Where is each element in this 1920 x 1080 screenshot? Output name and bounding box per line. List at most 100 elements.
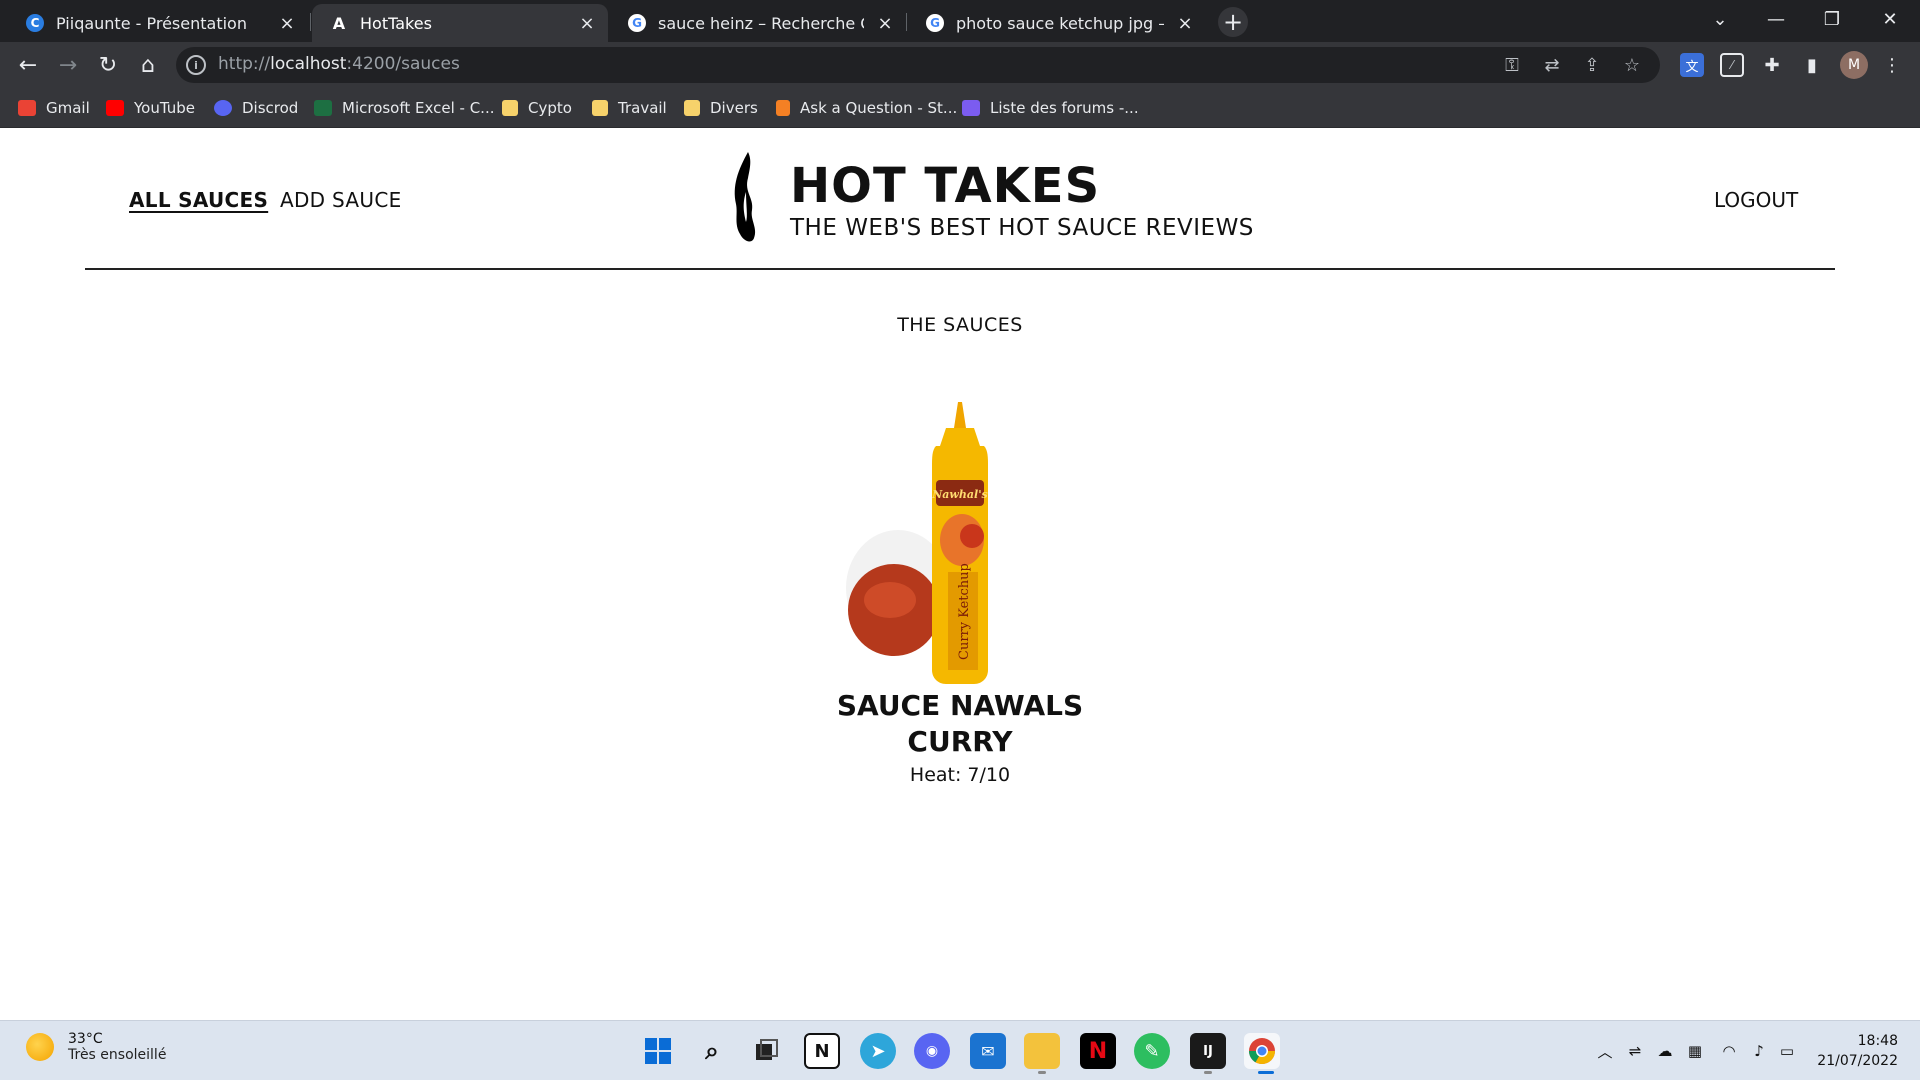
tab-piiquante[interactable]: C Piiqaunte - Présentation × <box>8 4 308 42</box>
bookmark-excel[interactable]: Microsoft Excel - C... <box>314 97 495 119</box>
onedrive-cloud-icon[interactable]: ☁ <box>1654 1040 1676 1062</box>
logout-link[interactable]: LOGOUT <box>1714 188 1798 212</box>
bookmark-label: Divers <box>710 99 758 117</box>
address-bar[interactable]: i http://localhost:4200/sauces ⚿ ⇄ ⇪ ☆ <box>176 47 1660 83</box>
tab-divider <box>906 13 907 31</box>
file-explorer-icon[interactable] <box>1024 1033 1060 1069</box>
clock-date: 21/07/2022 <box>1817 1053 1898 1069</box>
settings-sliders-icon[interactable]: ⇌ <box>1624 1040 1646 1062</box>
folder-icon <box>684 100 700 116</box>
tab-title: sauce heinz – Recherche Google <box>658 13 864 33</box>
weather-temperature: 33°C <box>68 1031 103 1047</box>
discord-icon <box>214 100 232 116</box>
battery-icon[interactable]: ▭ <box>1776 1040 1798 1062</box>
active-indicator <box>1258 1071 1274 1074</box>
canva-favicon-icon: C <box>26 14 44 32</box>
translate-icon[interactable]: ⇄ <box>1540 53 1564 77</box>
section-title: THE SAUCES <box>897 314 1023 336</box>
volume-icon[interactable]: ♪ <box>1748 1040 1770 1062</box>
bookmark-label: YouTube <box>134 99 195 117</box>
browser-tab-strip: C Piiqaunte - Présentation × A HotTakes … <box>0 0 1920 42</box>
sauce-name[interactable]: SAUCE NAWALS CURRY <box>830 688 1090 760</box>
notion-icon[interactable]: N <box>804 1033 840 1069</box>
home-icon[interactable]: ⌂ <box>132 49 164 81</box>
bookmark-label: Discrod <box>242 99 299 117</box>
weather-widget[interactable]: 33°C Très ensoleillé <box>26 1031 166 1063</box>
tab-title: HotTakes <box>360 13 432 33</box>
forward-arrow-icon[interactable]: → <box>52 49 84 81</box>
key-icon[interactable]: ⚿ <box>1500 53 1524 77</box>
site-info-icon[interactable]: i <box>186 55 206 75</box>
bookmark-folder-cypto[interactable]: Cypto <box>502 97 572 119</box>
url-text[interactable]: http://localhost:4200/sauces <box>218 54 460 74</box>
reload-icon[interactable]: ↻ <box>92 49 124 81</box>
forum-icon <box>962 100 980 116</box>
show-hidden-icons-chevron-icon[interactable]: ︿ <box>1594 1040 1616 1062</box>
extension-icon[interactable]: ⁄ <box>1720 53 1744 77</box>
excel-icon <box>314 100 332 116</box>
site-subtitle: THE WEB'S BEST HOT SAUCE REVIEWS <box>790 215 1254 241</box>
nav-all-sauces[interactable]: ALL SAUCES <box>129 188 268 212</box>
bottle-product-label: Curry Ketchup <box>957 563 972 660</box>
google-favicon-icon: G <box>628 14 646 32</box>
sauce-heat: Heat: 7/10 <box>909 764 1011 786</box>
bookmark-folder-travail[interactable]: Travail <box>592 97 667 119</box>
wifi-icon[interactable]: ◠ <box>1718 1040 1740 1062</box>
close-tab-icon[interactable]: × <box>874 12 896 34</box>
tab-title: Piiqaunte - Présentation <box>56 13 247 33</box>
app-tray-icon[interactable]: ▦ <box>1684 1040 1706 1062</box>
profile-avatar[interactable]: M <box>1840 51 1868 79</box>
sauce-image[interactable]: Nawhal's Curry Ketchup <box>810 388 1110 688</box>
bookmark-folder-divers[interactable]: Divers <box>684 97 758 119</box>
folder-icon <box>502 100 518 116</box>
nav-add-sauce[interactable]: ADD SAUCE <box>280 188 402 212</box>
menu-kebab-icon[interactable]: ⋮ <box>1880 53 1904 77</box>
share-icon[interactable]: ⇪ <box>1580 53 1604 77</box>
gmail-icon <box>18 100 36 116</box>
running-indicator <box>1204 1071 1212 1074</box>
bookmark-gmail[interactable]: Gmail <box>18 97 90 119</box>
back-arrow-icon[interactable]: ← <box>12 49 44 81</box>
stackoverflow-icon <box>776 100 790 116</box>
side-panel-icon[interactable]: ▮ <box>1800 53 1824 77</box>
close-tab-icon[interactable]: × <box>1174 12 1196 34</box>
header-divider <box>85 268 1835 270</box>
bookmark-stackoverflow[interactable]: Ask a Question - St... <box>776 97 957 119</box>
angular-favicon-icon: A <box>332 13 346 33</box>
tab-search-chevron-icon[interactable]: ⌄ <box>1692 0 1748 38</box>
close-tab-icon[interactable]: × <box>276 12 298 34</box>
intellij-icon[interactable]: IJ <box>1190 1033 1226 1069</box>
mail-icon[interactable]: ✉ <box>970 1033 1006 1069</box>
evernote-icon[interactable]: ✎ <box>1134 1033 1170 1069</box>
system-clock[interactable]: 18:48 21/07/2022 <box>1812 1031 1898 1071</box>
close-window-icon[interactable]: ✕ <box>1862 0 1918 38</box>
folder-icon <box>592 100 608 116</box>
close-tab-icon[interactable]: × <box>576 12 598 34</box>
task-view-icon[interactable] <box>748 1033 784 1069</box>
windows-start-icon[interactable] <box>640 1033 676 1069</box>
tab-photo-sauce[interactable]: G photo sauce ketchup jpg – Recherche × <box>908 4 1206 42</box>
restore-icon[interactable]: ❐ <box>1804 0 1860 38</box>
tab-sauce-heinz[interactable]: G sauce heinz – Recherche Google × <box>610 4 906 42</box>
browser-toolbar: ← → ↻ ⌂ i http://localhost:4200/sauces ⚿… <box>0 42 1920 88</box>
bookmark-forums[interactable]: Liste des forums -... <box>962 97 1139 119</box>
telegram-icon[interactable]: ➤ <box>860 1033 896 1069</box>
search-icon[interactable]: ⌕ <box>694 1033 730 1069</box>
bookmark-label: Liste des forums -... <box>990 99 1139 117</box>
minimize-icon[interactable]: — <box>1748 0 1804 38</box>
bookmark-discord[interactable]: Discrod <box>214 97 298 119</box>
tab-title: photo sauce ketchup jpg – Recherche <box>956 13 1164 33</box>
bottle-brand-label: Nawhal's <box>931 488 988 501</box>
new-tab-button[interactable]: + <box>1218 7 1248 37</box>
chrome-icon[interactable] <box>1244 1033 1280 1069</box>
discord-icon[interactable]: ◉ <box>914 1033 950 1069</box>
google-favicon-icon: G <box>926 14 944 32</box>
bookmark-star-icon[interactable]: ☆ <box>1620 53 1644 77</box>
puzzle-extensions-icon[interactable]: ✚ <box>1760 53 1784 77</box>
translate-extension-icon[interactable]: 文 <box>1680 53 1704 77</box>
netflix-icon[interactable]: N <box>1080 1033 1116 1069</box>
tab-hottakes[interactable]: A HotTakes × <box>312 4 608 42</box>
sauce-card[interactable]: Nawhal's Curry Ketchup SAUCE NAWALS CURR… <box>810 388 1110 786</box>
bookmark-youtube[interactable]: YouTube <box>106 97 195 119</box>
clock-time: 18:48 <box>1857 1033 1898 1049</box>
